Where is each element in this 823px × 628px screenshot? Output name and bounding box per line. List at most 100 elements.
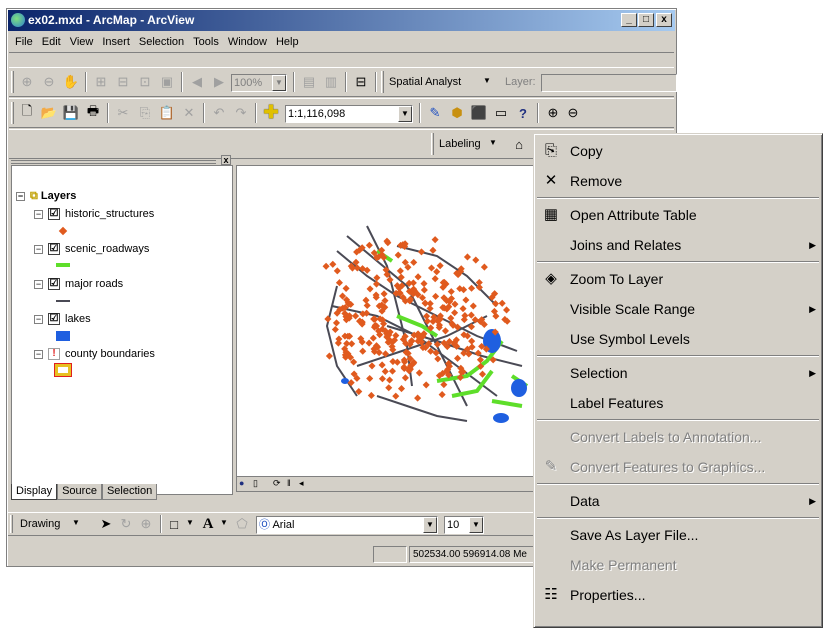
zoom-percent-combo[interactable]: 100% ▼ xyxy=(231,74,287,92)
fixed-zoom-out-icon[interactable]: ⊟ xyxy=(115,74,131,90)
copy-tool-icon[interactable]: ⎘ xyxy=(137,105,153,121)
layout-view-icon[interactable]: ▯ xyxy=(253,478,258,489)
toc-layer-scenic-roadways[interactable]: − ☑ scenic_roadways xyxy=(34,243,149,256)
whats-this-help-icon[interactable]: ? xyxy=(515,105,531,121)
print-icon[interactable]: 🖶 xyxy=(85,103,101,121)
zoom-in-tool-icon[interactable]: ⊕ xyxy=(19,74,35,90)
chevron-down-icon[interactable]: ▼ xyxy=(220,518,228,527)
layer-combo[interactable] xyxy=(541,74,677,92)
arctoolbox-icon[interactable]: ⬛ xyxy=(471,105,487,121)
data-view-icon[interactable]: ● xyxy=(239,478,244,488)
tab-display[interactable]: Display xyxy=(11,484,58,500)
open-folder-icon[interactable]: 📂 xyxy=(41,105,57,121)
menu-item-use-symbol-levels[interactable]: Use Symbol Levels xyxy=(536,324,820,354)
minimize-button[interactable]: _ xyxy=(621,13,637,27)
save-icon[interactable]: 💾 xyxy=(63,105,79,121)
fixed-zoom-in-icon[interactable]: ⊞ xyxy=(93,74,109,90)
collapse-icon[interactable]: − xyxy=(16,191,25,201)
tab-source[interactable]: Source xyxy=(57,484,102,500)
delete-icon[interactable]: ✕ xyxy=(181,105,197,121)
drawing-menu[interactable]: Drawing xyxy=(20,518,60,530)
toc-layer-historic-structures[interactable]: − ☑ historic_structures xyxy=(34,208,154,221)
map-view[interactable]: ● ▯ ⟳ ‖ ◂ xyxy=(236,165,536,492)
change-layout-icon[interactable]: ⊟ xyxy=(353,74,369,90)
pan-tool-icon[interactable]: ✋ xyxy=(63,74,79,90)
chevron-down-icon[interactable]: ▼ xyxy=(72,518,80,527)
chevron-down-icon[interactable]: ▼ xyxy=(483,76,491,85)
chevron-down-icon[interactable]: ▼ xyxy=(186,518,194,527)
refresh-icon[interactable]: ⟳ xyxy=(273,478,281,489)
menu-item-remove[interactable]: ✕ Remove xyxy=(536,166,820,196)
close-button[interactable]: x xyxy=(656,13,672,27)
collapse-icon[interactable]: − xyxy=(34,279,43,289)
zoom-in-icon[interactable]: ⊕ xyxy=(545,105,561,121)
zoom-out-icon[interactable]: ⊖ xyxy=(565,105,581,121)
menu-item-properties[interactable]: ☷ Properties... xyxy=(536,580,820,610)
layer-visibility-checkbox[interactable]: ☑ xyxy=(48,208,60,221)
menu-item-visible-scale-range[interactable]: Visible Scale Range ▶ xyxy=(536,294,820,324)
maximize-button[interactable]: □ xyxy=(638,13,654,27)
map-scale-combo[interactable]: 1:1,116,098 ▼ xyxy=(285,105,413,123)
layer-visibility-checkbox[interactable]: ☑ xyxy=(48,278,60,291)
toggle-draft-icon[interactable]: ▤ xyxy=(301,74,317,90)
menu-item-make-permanent[interactable]: Make Permanent xyxy=(536,550,820,580)
focus-frame-icon[interactable]: ▥ xyxy=(323,74,339,90)
tab-selection[interactable]: Selection xyxy=(101,484,158,500)
font-size-combo[interactable]: 10 ▼ xyxy=(444,516,484,534)
menu-item-data[interactable]: Data ▶ xyxy=(536,486,820,516)
layer-broken-checkbox[interactable]: ! xyxy=(48,348,60,361)
toc-layer-major-roads[interactable]: − ☑ major roads xyxy=(34,278,123,291)
cut-icon[interactable]: ✂ xyxy=(115,105,131,121)
rectangle-tool-icon[interactable]: □ xyxy=(166,516,182,532)
menu-help[interactable]: Help xyxy=(270,33,302,48)
menu-selection[interactable]: Selection xyxy=(133,33,187,48)
menu-item-label-features[interactable]: Label Features xyxy=(536,388,820,418)
select-elements-icon[interactable]: ➤ xyxy=(98,516,114,532)
menu-item-save-as-layer-file[interactable]: Save As Layer File... xyxy=(536,520,820,550)
toc-close-icon[interactable]: x xyxy=(221,155,231,165)
menu-item-convert-features-to-graphics[interactable]: ✎ Convert Features to Graphics... xyxy=(536,452,820,482)
toc-layer-county-boundaries[interactable]: −! county boundaries xyxy=(34,348,155,361)
pause-drawing-icon[interactable]: ‖ xyxy=(287,478,291,488)
layers-group[interactable]: − ⧉ Layers xyxy=(16,190,76,203)
collapse-icon[interactable]: − xyxy=(34,314,43,324)
menu-item-open-attribute-table[interactable]: ▦ Open Attribute Table xyxy=(536,200,820,230)
add-data-icon[interactable]: ✚ xyxy=(263,102,279,122)
collapse-icon[interactable]: − xyxy=(34,349,43,359)
map-canvas[interactable] xyxy=(237,166,535,476)
zoom-100-icon[interactable]: ▣ xyxy=(159,74,175,90)
forward-extent-icon[interactable]: ▶ xyxy=(211,74,227,90)
back-extent-icon[interactable]: ◀ xyxy=(189,74,205,90)
text-tool-icon[interactable]: A xyxy=(200,516,216,532)
rotate-icon[interactable]: ↻ xyxy=(118,516,134,532)
menu-item-zoom-to-layer[interactable]: ◈ Zoom To Layer xyxy=(536,264,820,294)
label-manager-icon[interactable]: ⌂ xyxy=(511,136,527,152)
toolbar-grip[interactable] xyxy=(11,71,14,93)
toc-layer-lakes[interactable]: − ☑ lakes xyxy=(34,313,91,326)
menu-file[interactable]: File xyxy=(9,33,36,48)
command-line-icon[interactable]: ▭ xyxy=(493,105,509,121)
redo-icon[interactable]: ↷ xyxy=(233,105,249,121)
chevron-down-icon[interactable]: ▼ xyxy=(489,138,497,147)
menu-insert[interactable]: Insert xyxy=(96,33,133,48)
title-bar[interactable]: ex02.mxd - ArcMap - ArcView _ □ x xyxy=(8,10,675,31)
undo-icon[interactable]: ↶ xyxy=(211,105,227,121)
spatial-analyst-menu[interactable]: Spatial Analyst xyxy=(389,76,461,88)
arccatalog-icon[interactable]: ⬢ xyxy=(449,105,465,121)
menu-item-convert-labels-to-annotation[interactable]: Convert Labels to Annotation... xyxy=(536,422,820,452)
zoom-whole-page-icon[interactable]: ⊡ xyxy=(137,74,153,90)
toolbar-grip[interactable] xyxy=(10,515,13,533)
new-document-icon[interactable]: 🗋 xyxy=(19,103,35,121)
editor-toolbar-icon[interactable]: ✎ xyxy=(427,105,443,121)
menu-item-selection[interactable]: Selection ▶ xyxy=(536,358,820,388)
paste-icon[interactable]: 📋 xyxy=(159,105,175,121)
layer-visibility-checkbox[interactable]: ☑ xyxy=(48,313,60,326)
menu-item-copy[interactable]: ⎘ Copy xyxy=(536,136,820,166)
collapse-icon[interactable]: − xyxy=(34,244,43,254)
menu-tools[interactable]: Tools xyxy=(187,33,222,48)
menu-edit[interactable]: Edit xyxy=(36,33,64,48)
menu-view[interactable]: View xyxy=(64,33,97,48)
menu-window[interactable]: Window xyxy=(222,33,270,48)
menu-item-joins-and-relates[interactable]: Joins and Relates ▶ xyxy=(536,230,820,260)
zoom-to-selected-icon[interactable]: ⊕ xyxy=(138,516,154,532)
